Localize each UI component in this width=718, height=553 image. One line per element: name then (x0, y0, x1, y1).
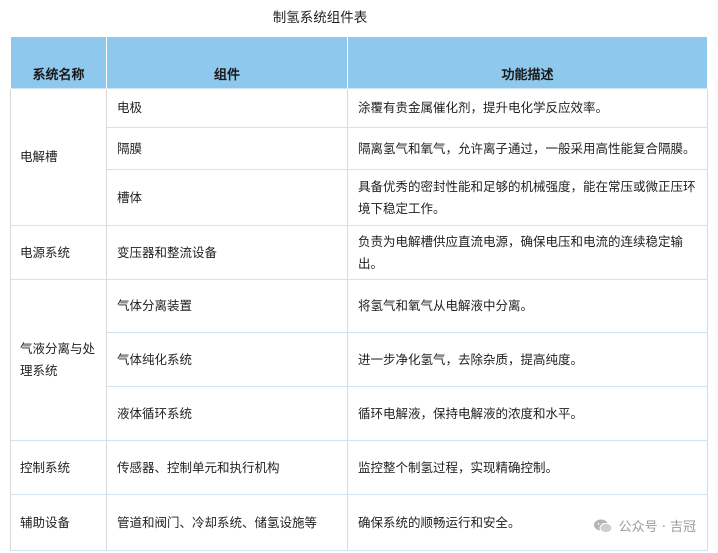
function-cell: 进一步净化氢气，去除杂质，提高纯度。 (347, 332, 708, 387)
system-cell: 电源系统 (10, 225, 107, 280)
table-row: 电源系统 变压器和整流设备 负责为电解槽供应直流电源，确保电压和电流的连续稳定输… (10, 225, 708, 280)
table-row: 槽体 具备优秀的密封性能和足够的机械强度，能在常压或微正压环境下稳定工作。 (11, 169, 708, 226)
table-title: 制氢系统组件表 (272, 10, 368, 26)
components-table: 系统名称 组件 功能描述 电解槽 电极 涂覆有贵金属催化剂，提升电化学反应效率。… (10, 37, 708, 551)
header-component: 组件 (106, 37, 348, 89)
function-cell: 涂覆有贵金属催化剂，提升电化学反应效率。 (347, 88, 708, 128)
component-cell: 电极 (106, 88, 348, 128)
system-cell: 气液分离与处理系统 (10, 279, 107, 441)
component-cell: 传感器、控制单元和执行机构 (106, 440, 348, 495)
table-row: 隔膜 隔离氢气和氧气，允许离子通过，一般采用高性能复合隔膜。 (11, 127, 708, 170)
component-cell: 变压器和整流设备 (106, 225, 348, 280)
watermark: 公众号 · 吉冠 (593, 516, 696, 535)
table-row: 气液分离与处理系统 气体分离装置 将氢气和氧气从电解液中分离。 (10, 279, 708, 441)
table-row: 控制系统 传感器、控制单元和执行机构 监控整个制氢过程，实现精确控制。 (10, 440, 708, 495)
wechat-icon (593, 519, 613, 533)
component-cell: 气体分离装置 (106, 279, 348, 333)
function-cell: 监控整个制氢过程，实现精确控制。 (347, 440, 708, 495)
component-cell: 管道和阀门、冷却系统、储氢设施等 (106, 494, 348, 551)
watermark-text: 公众号 · 吉冠 (618, 520, 696, 535)
system-cell: 控制系统 (10, 440, 107, 495)
system-cell: 辅助设备 (10, 494, 107, 551)
system-cell: 电解槽 (10, 88, 107, 226)
component-cell: 气体纯化系统 (106, 332, 348, 387)
header-system: 系统名称 (10, 37, 107, 89)
table-row: 液体循环系统 循环电解液，保持电解液的浓度和水平。 (11, 386, 708, 441)
function-cell: 具备优秀的密封性能和足够的机械强度，能在常压或微正压环境下稳定工作。 (347, 169, 708, 226)
table-header-row: 系统名称 组件 功能描述 (10, 37, 708, 89)
function-cell: 负责为电解槽供应直流电源，确保电压和电流的连续稳定输出。 (347, 225, 708, 280)
component-cell: 槽体 (106, 169, 348, 226)
table-row: 气体纯化系统 进一步净化氢气，去除杂质，提高纯度。 (11, 332, 708, 387)
component-cell: 液体循环系统 (106, 386, 348, 441)
component-cell: 隔膜 (106, 127, 348, 170)
function-cell: 将氢气和氧气从电解液中分离。 (347, 279, 708, 333)
header-function: 功能描述 (347, 37, 708, 89)
table-row: 电解槽 电极 涂覆有贵金属催化剂，提升电化学反应效率。 (10, 88, 708, 226)
function-cell: 隔离氢气和氧气，允许离子通过，一般采用高性能复合隔膜。 (347, 127, 708, 170)
function-cell: 循环电解液，保持电解液的浓度和水平。 (347, 386, 708, 441)
